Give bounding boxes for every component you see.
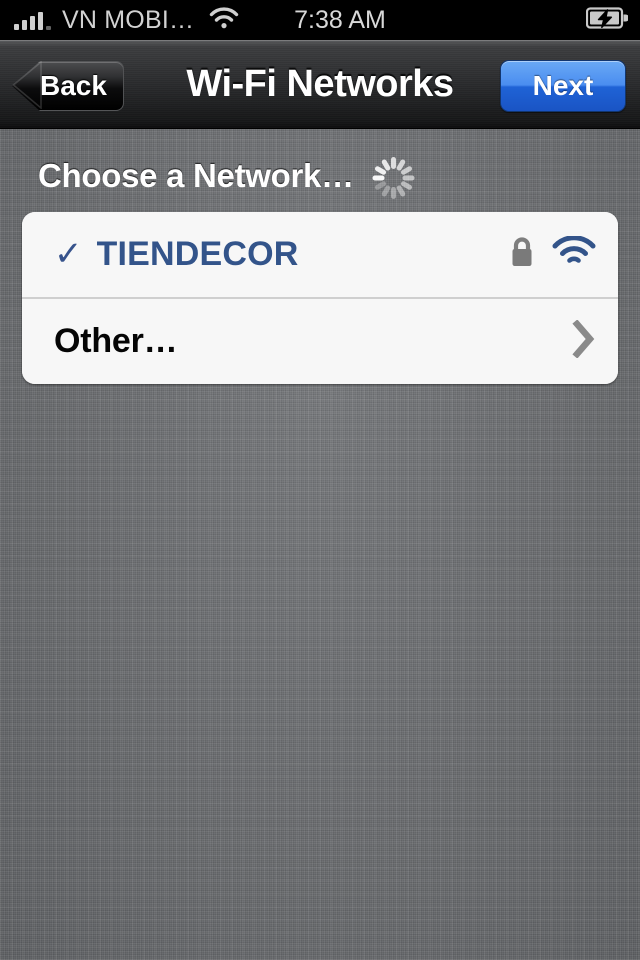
next-button-label: Next — [532, 70, 594, 101]
activity-indicator — [372, 156, 416, 200]
status-bar: VN MOBI… 7:38 AM — [0, 0, 640, 40]
status-bar-center: 7:38 AM — [0, 0, 640, 40]
other-row-right — [572, 319, 596, 363]
choose-network-label: Choose a Network… — [38, 157, 354, 194]
navigation-bar: Wi-Fi Networks Back Next — [0, 40, 640, 129]
checkmark-icon: ✓ — [54, 234, 83, 273]
wifi-setup-screen: VN MOBI… 7:38 AM Wi-Fi Networks Back Nex… — [0, 0, 640, 960]
other-row-left: Other… — [54, 322, 572, 361]
network-row-tiendecor[interactable]: ✓ TIENDECOR — [22, 212, 618, 297]
battery-charging-icon — [585, 6, 630, 34]
network-row-left: ✓ TIENDECOR — [54, 235, 508, 274]
back-button-label: Back — [40, 70, 107, 101]
chevron-right-icon — [572, 319, 596, 363]
network-ssid-label: TIENDECOR — [96, 235, 299, 273]
network-row-other[interactable]: Other… — [22, 297, 618, 384]
next-button[interactable]: Next — [500, 60, 626, 112]
other-label: Other… — [54, 322, 178, 360]
network-row-right — [508, 235, 596, 274]
clock-label: 7:38 AM — [294, 5, 386, 34]
network-list: ✓ TIENDECOR Other… — [22, 212, 618, 384]
section-header: Choose a Network… — [38, 152, 416, 200]
lock-icon — [508, 235, 536, 274]
status-bar-right — [585, 0, 630, 40]
linen-background — [0, 0, 640, 960]
wifi-signal-icon — [552, 235, 596, 273]
